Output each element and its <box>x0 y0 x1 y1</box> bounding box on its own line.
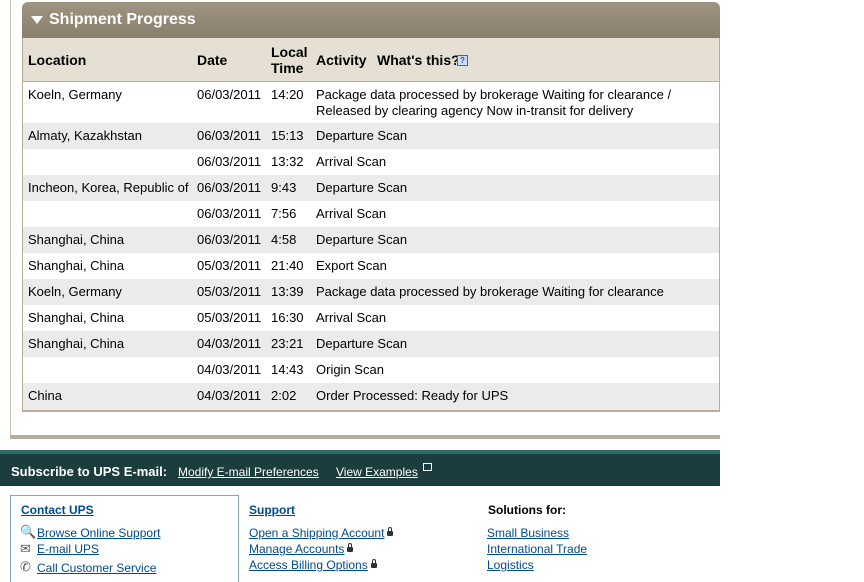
small-business-link[interactable]: Small Business <box>487 526 569 540</box>
international-trade-link[interactable]: International Trade <box>487 542 587 556</box>
magnifier-icon: 🔍 <box>20 524 37 539</box>
panel-border <box>22 410 720 412</box>
cell-location: Almaty, Kazakhstan <box>28 128 142 143</box>
cell-time: 2:02 <box>271 388 297 403</box>
cell-time: 14:43 <box>271 362 304 377</box>
cell-activity-line2: Released by clearing agency Now in-trans… <box>316 103 634 118</box>
cell-date: 06/03/2011 <box>197 206 262 221</box>
table-row: Shanghai, China 06/03/2011 4:58 Departur… <box>23 227 719 253</box>
cell-date: 04/03/2011 <box>197 362 262 377</box>
col-time: Time <box>271 60 304 76</box>
table-row: Koeln, Germany 06/03/2011 14:20 Package … <box>23 82 719 123</box>
table-row: Koeln, Germany 05/03/2011 13:39 Package … <box>23 279 719 305</box>
call-customer-service-link[interactable]: Call Customer Service <box>37 561 156 575</box>
table-header: Location Date Local Time Activity What's… <box>23 38 719 82</box>
cell-activity: Departure Scan <box>316 336 408 351</box>
col-local: Local <box>271 44 308 60</box>
panel-border <box>719 36 720 412</box>
col-activity: Activity <box>316 52 367 68</box>
outer-frame-left <box>10 0 11 437</box>
cell-time: 16:30 <box>271 310 304 325</box>
cell-time: 23:21 <box>271 336 304 351</box>
cell-time: 13:32 <box>271 154 304 169</box>
collapse-triangle-icon[interactable] <box>31 16 43 24</box>
cell-date: 06/03/2011 <box>197 87 262 102</box>
modify-email-preferences-link[interactable]: Modify E-mail Preferences <box>178 465 319 479</box>
cell-location: Incheon, Korea, Republic of <box>28 180 189 195</box>
cell-time: 15:13 <box>271 128 304 143</box>
table-row: Shanghai, China 05/03/2011 16:30 Arrival… <box>23 305 719 331</box>
access-billing-options-link[interactable]: Access Billing Options <box>249 558 377 572</box>
cell-location: Koeln, Germany <box>28 284 122 299</box>
help-icon[interactable]: ? <box>457 55 468 66</box>
cell-time: 14:20 <box>271 87 304 102</box>
cell-location: Koeln, Germany <box>28 87 122 102</box>
col-location: Location <box>28 52 87 68</box>
table-row: Almaty, Kazakhstan 06/03/2011 15:13 Depa… <box>23 123 719 149</box>
cell-activity: Departure Scan <box>316 128 408 143</box>
cell-activity: Export Scan <box>316 258 387 273</box>
support-link[interactable]: Support <box>249 503 295 517</box>
cell-activity: Arrival Scan <box>316 310 387 325</box>
cell-time: 13:39 <box>271 284 304 299</box>
cell-date: 05/03/2011 <box>197 310 262 325</box>
table-row: Incheon, Korea, Republic of 06/03/2011 9… <box>23 175 719 201</box>
cell-location: Shanghai, China <box>28 232 125 247</box>
link-text[interactable]: Open a Shipping Account <box>249 526 384 540</box>
cell-time: 9:43 <box>271 180 297 195</box>
cell-activity: Arrival Scan <box>316 206 387 221</box>
cell-date: 06/03/2011 <box>197 232 262 247</box>
shipment-progress-header[interactable]: Shipment Progress <box>22 2 720 38</box>
contact-ups-link[interactable]: Contact UPS <box>21 503 94 517</box>
cell-time: 4:58 <box>271 232 297 247</box>
view-examples-link[interactable]: View Examples <box>336 465 418 479</box>
cell-activity: Order Processed: Ready for UPS <box>316 388 509 403</box>
panel-title: Shipment Progress <box>49 11 196 28</box>
phone-icon: ✆ <box>20 559 31 574</box>
open-shipping-account-link[interactable]: Open a Shipping Account <box>249 526 394 540</box>
table-row: 06/03/2011 7:56 Arrival Scan <box>23 201 719 227</box>
table-row: 04/03/2011 14:43 Origin Scan <box>23 357 719 383</box>
cell-location: Shanghai, China <box>28 310 125 325</box>
col-date: Date <box>197 52 228 68</box>
table-row: China 04/03/2011 2:02 Order Processed: R… <box>23 383 719 410</box>
cell-date: 04/03/2011 <box>197 388 262 403</box>
link-text[interactable]: Manage Accounts <box>249 542 344 556</box>
cell-time: 7:56 <box>271 206 297 221</box>
cell-date: 05/03/2011 <box>197 284 262 299</box>
cell-activity: Departure Scan <box>316 180 408 195</box>
table-row: Shanghai, China 05/03/2011 21:40 Export … <box>23 253 719 279</box>
link-text[interactable]: Access Billing Options <box>249 558 368 572</box>
cell-activity: Arrival Scan <box>316 154 387 169</box>
browse-online-support-link[interactable]: Browse Online Support <box>37 526 160 540</box>
cell-location: Shanghai, China <box>28 258 125 273</box>
subscribe-bar: Subscribe to UPS E-mail: Modify E-mail P… <box>0 450 720 486</box>
cell-date: 06/03/2011 <box>197 180 262 195</box>
cell-date: 04/03/2011 <box>197 336 262 351</box>
cell-location: Shanghai, China <box>28 336 125 351</box>
whats-this-label: What's this? <box>377 52 460 68</box>
cell-activity: Departure Scan <box>316 232 408 247</box>
external-window-icon <box>423 463 432 471</box>
cell-date: 05/03/2011 <box>197 258 262 273</box>
cell-activity: Origin Scan <box>316 362 384 377</box>
logistics-link[interactable]: Logistics <box>487 558 534 572</box>
outer-frame-bottom <box>10 435 720 439</box>
cell-date: 06/03/2011 <box>197 154 262 169</box>
cell-activity: Package data processed by brokerage Wait… <box>316 284 664 299</box>
lock-icon <box>387 527 394 536</box>
email-ups-link[interactable]: E-mail UPS <box>37 542 99 556</box>
solutions-heading: Solutions for: <box>488 503 566 517</box>
lock-icon <box>347 543 354 552</box>
cell-activity: Package data processed by brokerage Wait… <box>316 87 672 102</box>
subscribe-label: Subscribe to UPS E-mail: <box>11 464 168 479</box>
envelope-icon: ✉ <box>20 541 31 556</box>
manage-accounts-link[interactable]: Manage Accounts <box>249 542 354 556</box>
table-row: 06/03/2011 13:32 Arrival Scan <box>23 149 719 175</box>
cell-time: 21:40 <box>271 258 304 273</box>
cell-date: 06/03/2011 <box>197 128 262 143</box>
table-row: Shanghai, China 04/03/2011 23:21 Departu… <box>23 331 719 357</box>
cell-location: China <box>28 388 62 403</box>
lock-icon <box>370 559 377 568</box>
